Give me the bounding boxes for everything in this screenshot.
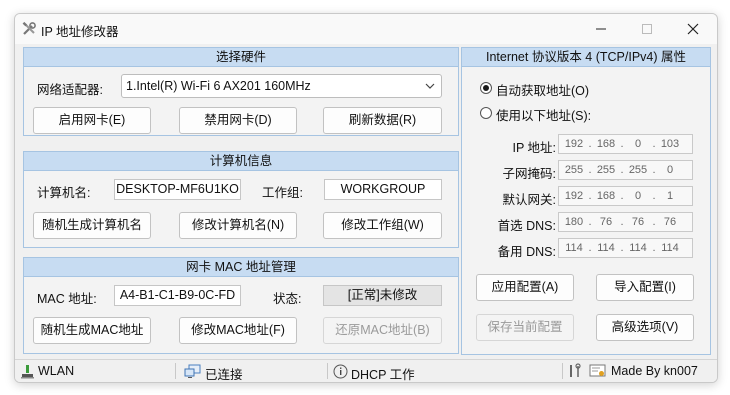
ip-octet: 0	[666, 164, 674, 176]
subnet-mask-label: 子网掩码:	[502, 167, 556, 181]
modify-computer-name-button[interactable]: 修改计算机名(N)	[179, 212, 297, 239]
network-icon	[21, 365, 34, 379]
ip-octet: 180	[564, 216, 584, 228]
preferred-dns-field: 180. 76. 76. 76	[558, 212, 693, 232]
ip-octet: 255	[628, 164, 648, 176]
maximize-icon	[642, 24, 652, 34]
workgroup-label: 工作组:	[262, 186, 303, 200]
preferred-dns-label: 首选 DNS:	[497, 219, 556, 233]
computer-name-field[interactable]: DESKTOP-MF6U1KO	[114, 179, 241, 200]
ip-octet: 192	[564, 138, 584, 150]
ip-octet: 114	[597, 242, 615, 254]
mac-label: MAC 地址:	[37, 292, 97, 306]
mac-header: 网卡 MAC 地址管理	[24, 258, 458, 277]
mac-panel: 网卡 MAC 地址管理 MAC 地址: A4-B1-C1-B9-0C-FD 状态…	[23, 257, 459, 354]
minimize-icon	[596, 28, 606, 30]
state-label: 状态:	[273, 292, 302, 306]
status-dhcp: DHCP 工作	[351, 368, 415, 382]
status-separator	[327, 363, 328, 379]
maximize-button[interactable]	[624, 14, 670, 44]
advanced-options-button[interactable]: 高级选项(V)	[596, 314, 694, 341]
manual-address-radio[interactable]	[480, 107, 492, 119]
refresh-button[interactable]: 刷新数据(R)	[323, 107, 442, 134]
state-field: [正常]未修改	[323, 285, 442, 306]
ip-octet: 255	[596, 164, 616, 176]
ip-octet: 0	[634, 138, 642, 150]
adapter-value: 1.Intel(R) Wi-Fi 6 AX201 160MHz	[126, 79, 311, 93]
restore-mac-button[interactable]: 还原MAC地址(B)	[323, 317, 442, 344]
ip-octet: 0	[634, 190, 642, 202]
minimize-button[interactable]	[578, 14, 624, 44]
close-icon	[687, 23, 699, 35]
ip-octet: 255	[564, 164, 584, 176]
ip-octet: 192	[564, 190, 584, 202]
ip-octet: 76	[599, 216, 613, 228]
computer-panel: 计算机信息 计算机名: DESKTOP-MF6U1KO 工作组: WORKGRO…	[23, 151, 459, 248]
computer-header: 计算机信息	[24, 152, 458, 171]
ip-octet: 103	[660, 138, 680, 150]
disable-adapter-button[interactable]: 禁用网卡(D)	[179, 107, 297, 134]
info-icon	[333, 364, 348, 379]
hardware-panel: 选择硬件 网络适配器: 1.Intel(R) Wi-Fi 6 AX201 160…	[23, 47, 459, 136]
ip-octet: 76	[631, 216, 645, 228]
auto-address-label: 自动获取地址(O)	[496, 84, 590, 98]
chevron-down-icon	[425, 83, 435, 89]
modify-workgroup-button[interactable]: 修改工作组(W)	[323, 212, 442, 239]
connected-icon	[184, 364, 201, 378]
tools-icon	[22, 21, 36, 35]
ip-octet: 168	[596, 138, 616, 150]
workgroup-field[interactable]: WORKGROUP	[324, 179, 442, 200]
import-config-button[interactable]: 导入配置(I)	[596, 274, 694, 301]
hardware-header: 选择硬件	[24, 48, 458, 67]
computer-name-label: 计算机名:	[37, 186, 91, 200]
auto-address-radio[interactable]	[480, 82, 492, 94]
ip-octet: 114	[629, 242, 647, 254]
ip-octet: 1	[666, 190, 674, 202]
settings-tools-icon[interactable]	[567, 363, 583, 379]
random-mac-button[interactable]: 随机生成MAC地址	[33, 317, 151, 344]
apply-config-button[interactable]: 应用配置(A)	[476, 274, 574, 301]
ipv4-header: Internet 协议版本 4 (TCP/IPv4) 属性	[462, 48, 710, 67]
title-bar: IP 地址修改器	[15, 14, 717, 44]
modify-mac-button[interactable]: 修改MAC地址(F)	[179, 317, 297, 344]
gateway-label: 默认网关:	[502, 193, 556, 207]
alternate-dns-label: 备用 DNS:	[497, 245, 556, 259]
manual-address-label: 使用以下地址(S):	[496, 109, 592, 123]
status-connected: 已连接	[205, 368, 243, 382]
status-made-by: Made By kn007	[611, 364, 698, 378]
status-separator	[175, 363, 176, 379]
status-separator	[562, 363, 563, 379]
ip-octet: 76	[663, 216, 677, 228]
window-title: IP 地址修改器	[41, 25, 119, 39]
gateway-field: 192. 168. 0. 1	[558, 186, 693, 206]
adapter-select[interactable]: 1.Intel(R) Wi-Fi 6 AX201 160MHz	[121, 74, 442, 98]
save-config-button[interactable]: 保存当前配置	[476, 314, 574, 341]
certificate-icon	[589, 364, 606, 377]
status-wlan: WLAN	[38, 364, 75, 378]
alternate-dns-field: 114. 114. 114. 114	[558, 238, 693, 258]
ip-octet: 114	[565, 242, 583, 254]
ip-octet: 114	[661, 242, 679, 254]
status-bar: WLAN 已连接 DHCP 工作 Made By kn007	[15, 359, 717, 382]
enable-adapter-button[interactable]: 启用网卡(E)	[33, 107, 151, 134]
ip-octet: 168	[596, 190, 616, 202]
ipv4-panel: Internet 协议版本 4 (TCP/IPv4) 属性 自动获取地址(O) …	[461, 47, 711, 355]
adapter-label: 网络适配器:	[37, 83, 103, 97]
mac-address-field[interactable]: A4-B1-C1-B9-0C-FD	[114, 285, 241, 306]
ip-address-field: 192. 168. 0. 103	[558, 134, 693, 154]
app-window: IP 地址修改器 选择硬件 网络适配器: 1.Intel(R) Wi-Fi 6 …	[14, 13, 718, 383]
close-button[interactable]	[670, 14, 716, 44]
random-computer-name-button[interactable]: 随机生成计算机名	[33, 212, 151, 239]
ip-address-label: IP 地址:	[512, 141, 556, 155]
subnet-mask-field: 255. 255. 255. 0	[558, 160, 693, 180]
